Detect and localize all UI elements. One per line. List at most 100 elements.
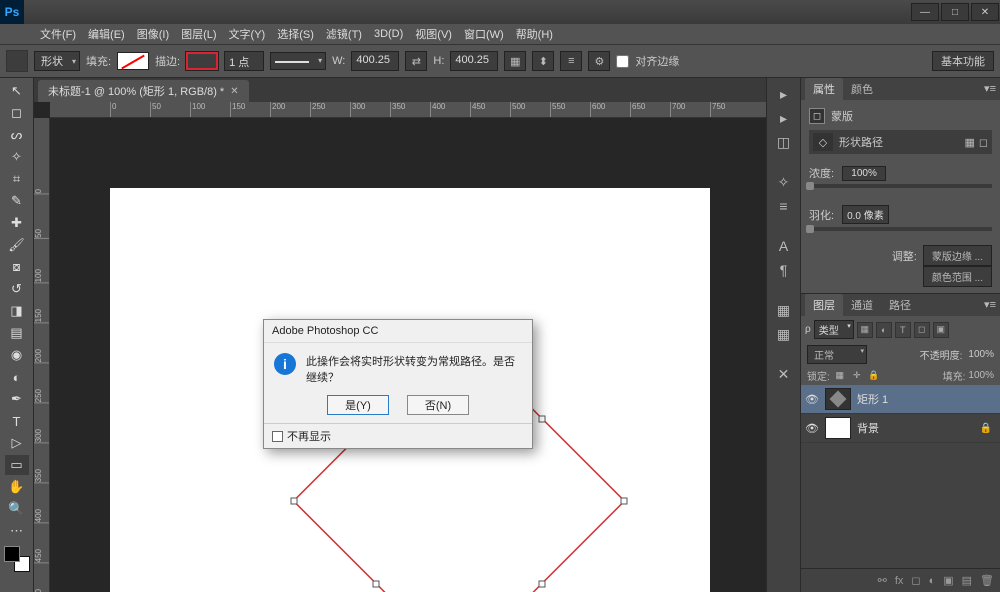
close-dock-icon[interactable]: ✕ bbox=[771, 362, 797, 386]
align-edges-check[interactable] bbox=[616, 55, 629, 68]
character-panel-icon[interactable]: A bbox=[771, 234, 797, 258]
layer-thumb[interactable] bbox=[825, 417, 851, 439]
rectangle-tool-icon[interactable]: ▭ bbox=[5, 455, 29, 475]
close-button[interactable]: ✕ bbox=[971, 3, 999, 21]
handle-w[interactable] bbox=[291, 498, 298, 505]
menu-image[interactable]: 图像(I) bbox=[131, 26, 175, 42]
layer-row[interactable]: 👁 背景 🔒 bbox=[801, 414, 1000, 443]
handle-se[interactable] bbox=[539, 581, 546, 588]
blur-tool-icon[interactable]: ◉ bbox=[5, 345, 29, 365]
filter-adjust-icon[interactable]: ◐ bbox=[876, 322, 892, 338]
brush-panel-icon[interactable]: ✧ bbox=[771, 170, 797, 194]
lock-pixels-icon[interactable]: ▦ bbox=[833, 369, 847, 383]
close-icon[interactable]: ✕ bbox=[230, 86, 238, 97]
pen-tool-icon[interactable]: ✒ bbox=[5, 389, 29, 409]
lock-position-icon[interactable]: ✛ bbox=[850, 369, 864, 383]
menu-view[interactable]: 视图(V) bbox=[409, 26, 458, 42]
eyedropper-tool-icon[interactable]: ✎ bbox=[5, 191, 29, 211]
edit-toolbar-icon[interactable]: ⋯ bbox=[5, 521, 29, 541]
current-tool-icon[interactable] bbox=[6, 50, 28, 72]
menu-file[interactable]: 文件(F) bbox=[34, 26, 82, 42]
opacity-value[interactable]: 100% bbox=[968, 349, 994, 360]
shape-mode-dropdown[interactable]: 形状 bbox=[34, 51, 80, 71]
dont-show-checkbox[interactable] bbox=[272, 431, 283, 442]
filter-type-icon[interactable]: T bbox=[895, 322, 911, 338]
pixel-mask-icon[interactable]: ▦ bbox=[964, 136, 974, 149]
density-value[interactable]: 100% bbox=[842, 166, 886, 181]
fx-icon[interactable]: fx bbox=[895, 575, 904, 587]
blend-mode-dropdown[interactable]: 正常 bbox=[807, 345, 867, 364]
hand-tool-icon[interactable]: ✋ bbox=[5, 477, 29, 497]
visibility-icon[interactable]: 👁 bbox=[805, 422, 819, 435]
path-select-tool-icon[interactable]: ▷ bbox=[5, 433, 29, 453]
lock-all-icon[interactable]: 🔒 bbox=[867, 369, 881, 383]
menu-type[interactable]: 文字(Y) bbox=[223, 26, 272, 42]
menu-select[interactable]: 选择(S) bbox=[271, 26, 320, 42]
brushpresets-panel-icon[interactable]: ≡ bbox=[771, 194, 797, 218]
vertical-ruler[interactable]: 050100150200250300350400450500 bbox=[34, 118, 50, 592]
handle-ne[interactable] bbox=[539, 416, 546, 423]
eraser-tool-icon[interactable]: ◨ bbox=[5, 301, 29, 321]
filter-kind-dropdown[interactable]: 类型 bbox=[814, 320, 854, 339]
layer-name[interactable]: 矩形 1 bbox=[857, 391, 888, 407]
link-wh-icon[interactable]: ⇄ bbox=[405, 51, 427, 71]
crop-tool-icon[interactable]: ⌗ bbox=[5, 169, 29, 189]
stamp-tool-icon[interactable]: ⧇ bbox=[5, 257, 29, 277]
type-tool-icon[interactable]: T bbox=[5, 411, 29, 431]
menu-layer[interactable]: 图层(L) bbox=[175, 26, 222, 42]
visibility-icon[interactable]: 👁 bbox=[805, 393, 819, 406]
lasso-tool-icon[interactable]: ᔕ bbox=[5, 125, 29, 145]
no-button[interactable]: 否(N) bbox=[407, 395, 469, 415]
trash-icon[interactable]: 🗑 bbox=[980, 574, 994, 587]
new-layer-icon[interactable]: ▤ bbox=[962, 574, 972, 587]
filter-pixel-icon[interactable]: ▦ bbox=[857, 322, 873, 338]
document-tab[interactable]: 未标题-1 @ 100% (矩形 1, RGB/8) * ✕ bbox=[38, 80, 249, 102]
feather-slider[interactable] bbox=[809, 227, 992, 231]
color-panel-icon[interactable]: ▸ bbox=[771, 106, 797, 130]
stroke-style-dropdown[interactable] bbox=[270, 52, 326, 70]
path-row[interactable]: ◇ 形状路径 ▦ ◻ bbox=[809, 130, 992, 154]
link-layers-icon[interactable]: ⚯ bbox=[878, 574, 887, 587]
feather-value[interactable]: 0.0 像素 bbox=[842, 205, 889, 224]
gear-icon[interactable]: ⚙ bbox=[588, 51, 610, 71]
menu-3d[interactable]: 3D(D) bbox=[368, 28, 409, 40]
horizontal-ruler[interactable]: 0501001502002503003504004505005506006507… bbox=[50, 102, 766, 118]
paragraph-panel-icon[interactable]: ¶ bbox=[771, 258, 797, 282]
history-brush-tool-icon[interactable]: ↺ bbox=[5, 279, 29, 299]
menu-edit[interactable]: 编辑(E) bbox=[82, 26, 131, 42]
tab-properties[interactable]: 属性 bbox=[805, 78, 843, 100]
swatches-panel-icon[interactable]: ◫ bbox=[771, 130, 797, 154]
layer-row[interactable]: 👁 矩形 1 bbox=[801, 385, 1000, 414]
filter-smart-icon[interactable]: ▣ bbox=[933, 322, 949, 338]
marquee-tool-icon[interactable]: ◻ bbox=[5, 103, 29, 123]
panel-menu-icon[interactable]: ▾≡ bbox=[984, 82, 996, 95]
adjustment-icon[interactable]: ◐ bbox=[929, 575, 936, 587]
color-swatches[interactable] bbox=[4, 546, 30, 572]
magic-wand-tool-icon[interactable]: ✧ bbox=[5, 147, 29, 167]
workspace-dropdown[interactable]: 基本功能 bbox=[932, 51, 994, 71]
menu-help[interactable]: 帮助(H) bbox=[510, 26, 559, 42]
yes-button[interactable]: 是(Y) bbox=[327, 395, 389, 415]
zoom-tool-icon[interactable]: 🔍 bbox=[5, 499, 29, 519]
gradient-tool-icon[interactable]: ▤ bbox=[5, 323, 29, 343]
group-icon[interactable]: ▣ bbox=[943, 574, 953, 587]
path-ops-icon[interactable]: ▦ bbox=[504, 51, 526, 71]
color-range-button[interactable]: 颜色范围 ... bbox=[923, 266, 992, 287]
path-align-icon[interactable]: ⬍ bbox=[532, 51, 554, 71]
handle-sw[interactable] bbox=[373, 581, 380, 588]
brush-tool-icon[interactable]: 🖌 bbox=[5, 235, 29, 255]
stroke-swatch[interactable] bbox=[186, 52, 218, 70]
fg-color-swatch[interactable] bbox=[4, 546, 20, 562]
layer-name[interactable]: 背景 bbox=[857, 420, 879, 436]
mask-edge-button[interactable]: 蒙版边缘 ... bbox=[923, 245, 992, 266]
menu-filter[interactable]: 滤镜(T) bbox=[320, 26, 368, 42]
minimize-button[interactable]: — bbox=[911, 3, 939, 21]
tab-paths[interactable]: 路径 bbox=[881, 294, 919, 316]
fill-opacity-value[interactable]: 100% bbox=[968, 370, 994, 381]
move-tool-icon[interactable]: ↖ bbox=[5, 81, 29, 101]
mask-add-icon[interactable]: ◻ bbox=[911, 574, 920, 587]
fill-swatch[interactable] bbox=[117, 52, 149, 70]
height-input[interactable]: 400.25 bbox=[450, 51, 498, 71]
handle-e[interactable] bbox=[621, 498, 628, 505]
filter-shape-icon[interactable]: ◻ bbox=[914, 322, 930, 338]
